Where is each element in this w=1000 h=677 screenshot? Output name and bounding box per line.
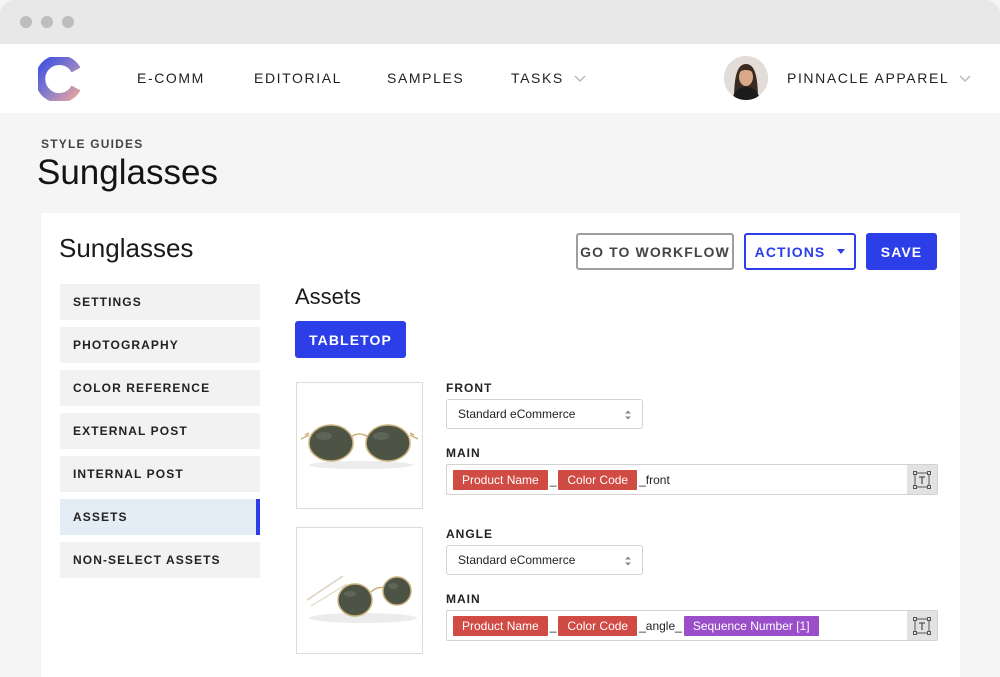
page-title: Sunglasses [37, 153, 218, 192]
token-color-code[interactable]: Color Code [558, 469, 638, 490]
shot-label-angle: ANGLE [446, 527, 493, 541]
text-field-icon [913, 470, 931, 489]
window-minimize-dot[interactable] [41, 16, 53, 28]
chevron-down-icon [959, 75, 971, 83]
token-suffix-text: _front [639, 472, 670, 487]
nav-tasks-label: TASKS [511, 70, 564, 86]
breadcrumb[interactable]: STYLE GUIDES [41, 137, 143, 151]
sidebar-item-settings[interactable]: SETTINGS [60, 284, 260, 320]
preset-select-front[interactable]: Standard eCommerce [446, 399, 643, 429]
select-updown-icon [625, 410, 631, 420]
select-updown-icon [625, 556, 631, 566]
shot-label-front: FRONT [446, 381, 493, 395]
sunglasses-angle-image [306, 575, 417, 623]
sunglasses-front-image [300, 424, 419, 469]
card-title: Sunglasses [59, 233, 194, 263]
shot-thumbnail-front[interactable] [296, 382, 423, 509]
logo-icon[interactable] [38, 57, 82, 101]
preset-select-value: Standard eCommerce [458, 553, 576, 567]
token-sequence-number[interactable]: Sequence Number [1] [683, 615, 819, 636]
sidebar-item-internal-post[interactable]: INTERNAL POST [60, 456, 260, 492]
go-to-workflow-button[interactable]: GO TO WORKFLOW [576, 233, 734, 270]
top-navbar: E-COMM EDITORIAL SAMPLES TASKS PINNACLE … [0, 44, 1000, 113]
token-separator: _ [549, 472, 557, 487]
token-suffix-text: _angle_ [639, 618, 682, 633]
save-button[interactable]: SAVE [866, 233, 937, 270]
naming-field-front[interactable]: Product Name _ Color Code _front [446, 464, 938, 495]
token-product-name[interactable]: Product Name [453, 469, 548, 490]
account-name: PINNACLE APPAREL [787, 70, 950, 86]
chevron-down-icon [574, 75, 586, 83]
nav-tasks[interactable]: TASKS [511, 69, 586, 87]
sidebar-item-assets[interactable]: ASSETS [60, 499, 260, 535]
sidebar-item-non-select-assets[interactable]: NON-SELECT ASSETS [60, 542, 260, 578]
nav-ecomm[interactable]: E-COMM [137, 69, 205, 87]
style-guide-card: Sunglasses GO TO WORKFLOW ACTIONS SAVE S… [41, 213, 960, 677]
shot-thumbnail-angle[interactable] [296, 527, 423, 654]
actions-button[interactable]: ACTIONS [744, 233, 856, 270]
nav-samples[interactable]: SAMPLES [387, 69, 464, 87]
naming-label-angle: MAIN [446, 592, 481, 606]
window-close-dot[interactable] [20, 16, 32, 28]
insert-text-button[interactable] [907, 465, 937, 494]
preset-select-value: Standard eCommerce [458, 407, 576, 421]
token-separator: _ [549, 618, 557, 633]
sidebar-item-color-reference[interactable]: COLOR REFERENCE [60, 370, 260, 406]
sidebar-item-external-post[interactable]: EXTERNAL POST [60, 413, 260, 449]
account-menu[interactable]: PINNACLE APPAREL [787, 69, 971, 87]
caret-down-icon [837, 249, 846, 254]
avatar[interactable] [724, 56, 768, 100]
sidebar-item-photography[interactable]: PHOTOGRAPHY [60, 327, 260, 363]
preset-select-angle[interactable]: Standard eCommerce [446, 545, 643, 575]
window-maximize-dot[interactable] [62, 16, 74, 28]
token-color-code[interactable]: Color Code [558, 615, 638, 636]
text-field-icon [913, 616, 931, 635]
naming-label-front: MAIN [446, 446, 481, 460]
naming-field-angle[interactable]: Product Name _ Color Code _angle_ Sequen… [446, 610, 938, 641]
insert-text-button[interactable] [907, 611, 937, 640]
tab-tabletop[interactable]: TABLETOP [295, 321, 406, 358]
nav-editorial[interactable]: EDITORIAL [254, 69, 342, 87]
token-product-name[interactable]: Product Name [453, 615, 548, 636]
actions-button-label: ACTIONS [754, 243, 826, 260]
window-title-bar [0, 0, 1000, 44]
assets-section-title: Assets [295, 284, 362, 309]
avatar-image [724, 56, 768, 100]
